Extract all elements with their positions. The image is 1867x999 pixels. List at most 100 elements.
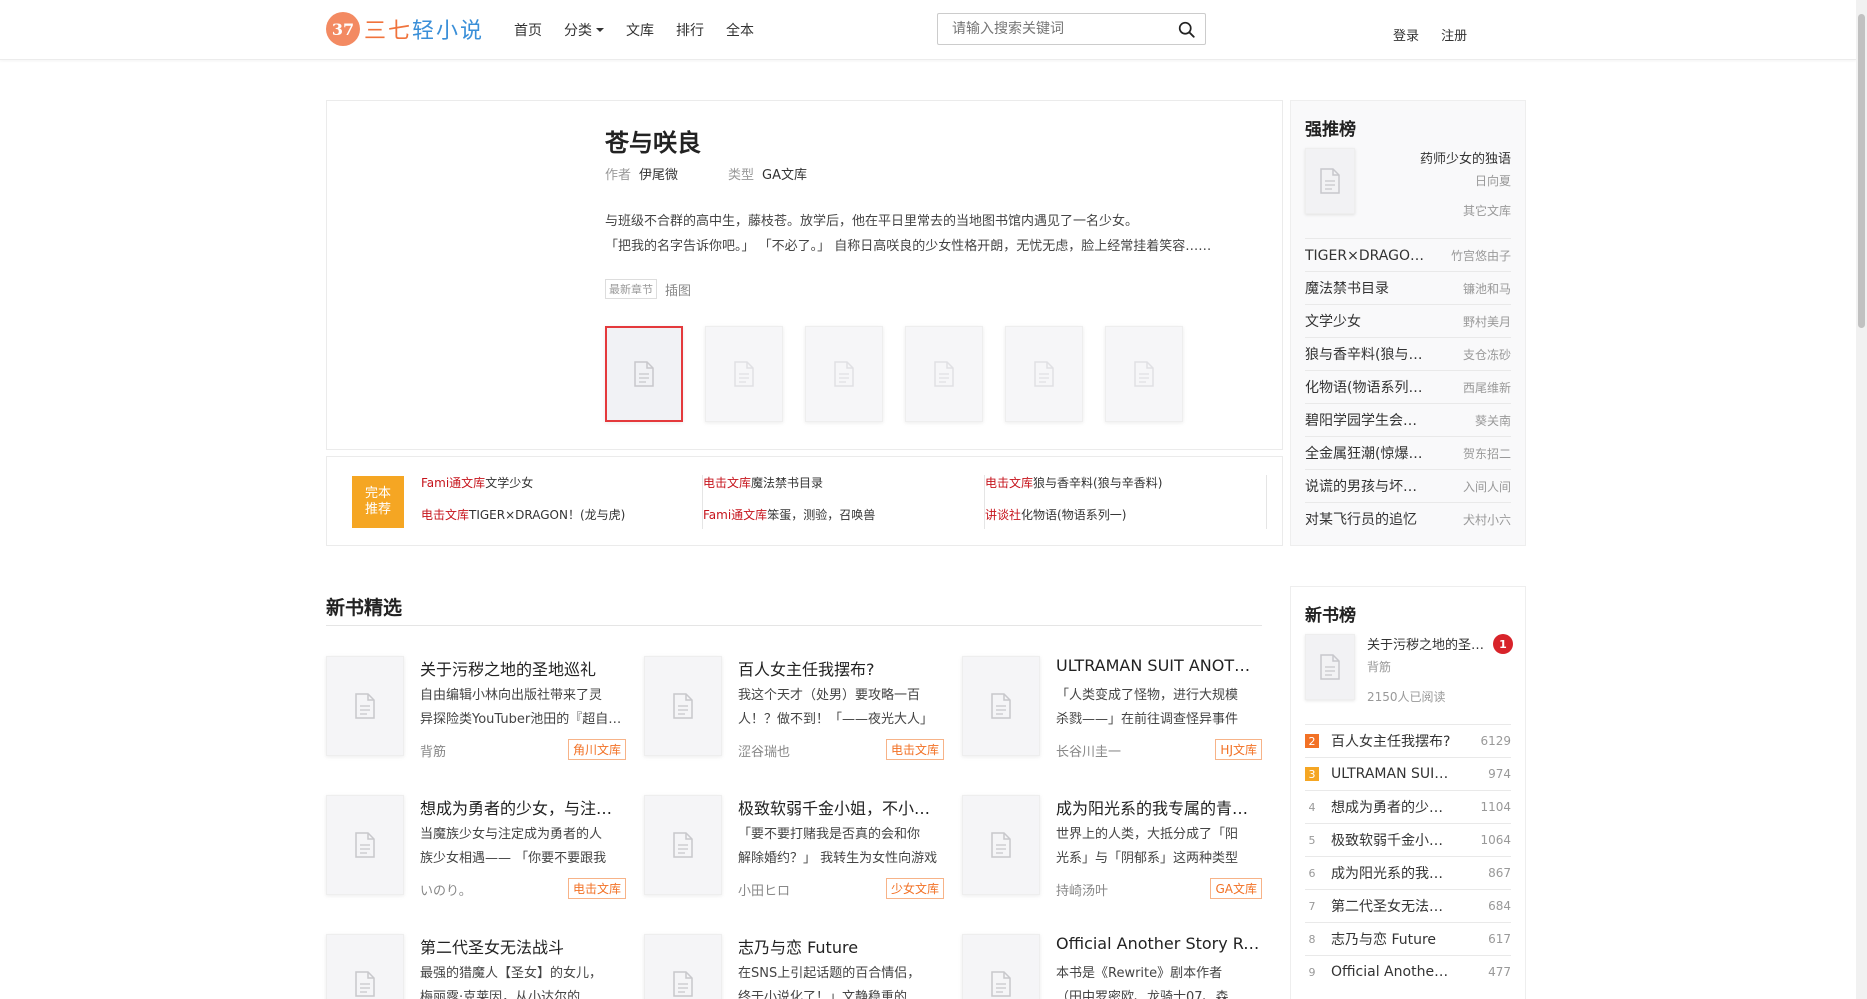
recommend-publisher: 电击文库	[703, 476, 752, 490]
rank-book-name: 化物语(物语系列一)	[1305, 380, 1425, 396]
description-line: 「要不要打赌我是否真的会和你	[738, 827, 921, 842]
cover-thumbnail[interactable]	[905, 326, 983, 422]
register-link[interactable]: 注册	[1441, 29, 1467, 44]
rank-item[interactable]: 9 Official Another Story Rewrite 477	[1305, 955, 1511, 988]
cover-thumbnail[interactable]	[1005, 326, 1083, 422]
rank-item[interactable]: 说谎的男孩与坏掉的女孩 入间人间	[1305, 469, 1511, 502]
recommend-publisher: Fami通文库	[703, 508, 768, 522]
book-card[interactable]: 成为阳光系的我专属的青梅竹马 世界上的人类，大抵分成了「阳 光系」与「阴郁系」这两…	[962, 795, 1262, 905]
section-divider	[326, 625, 1262, 626]
book-meta: 作者 伊尾微 类型 GA文库	[605, 164, 857, 183]
rank-item[interactable]: 3 ULTRAMAN SUIT ANOTHER UNIVERSE 974	[1305, 757, 1511, 790]
book-card[interactable]: Official Another Story Rewrite 本书是《Rewri…	[962, 934, 1262, 999]
description-line: （田中罗密欧、龙骑士07、森	[1056, 990, 1229, 999]
recommend-title: 化物语(物语系列一)	[1021, 508, 1127, 522]
description-line: 解除婚约？」 我转生为女性向游戏	[738, 851, 938, 866]
recommend-publisher: Fami通文库	[421, 476, 486, 490]
recommend-item[interactable]: 电击文库TIGER×DRAGON！(龙与虎)	[421, 507, 702, 523]
book-card[interactable]: 关于污秽之地的圣地巡礼 自由编辑小林向出版社带来了灵 异探险类YouTuber池田…	[326, 656, 626, 766]
rank-count: 974	[1488, 767, 1511, 781]
book-card-description: 「要不要打赌我是否真的会和你解除婚约？」 我转生为女性向游戏	[738, 823, 944, 871]
rank-item[interactable]: 全金属狂潮(惊爆危机) 贺东招二	[1305, 436, 1511, 469]
badge-line-2: 推荐	[364, 502, 391, 517]
book-card-title: 成为阳光系的我专属的青梅竹马	[1056, 799, 1262, 818]
rank-book-name: 文学少女	[1305, 314, 1361, 330]
rank-item[interactable]: 文学少女 野村美月	[1305, 304, 1511, 337]
description-line: 最强的猎魔人【圣女】的女儿，	[420, 966, 603, 981]
book-title[interactable]: 苍与咲良	[605, 123, 701, 158]
strong-rank-top-book[interactable]: 药师少女的独语 日向夏 其它文库	[1305, 148, 1511, 238]
rank-item[interactable]: 化物语(物语系列一) 西尾维新	[1305, 370, 1511, 403]
rank-item[interactable]: 8 志乃与恋 Future 617	[1305, 922, 1511, 955]
rank-item[interactable]: TIGER×DRAGON！(龙与虎) 竹宫悠由子	[1305, 238, 1511, 271]
nav-ranking[interactable]: 排行	[676, 20, 704, 40]
search-input[interactable]	[938, 14, 1158, 44]
document-icon	[355, 693, 375, 719]
strong-recommend-ranking: 强推榜 药师少女的独语 日向夏 其它文库 TIGER×DRAGON！(龙与虎) 竹…	[1290, 100, 1526, 546]
rank-item[interactable]: 4 想成为勇者的少女，与注定成为勇者的人 1104	[1305, 790, 1511, 823]
description-line: 族少女相遇—— 「你要不要跟我	[420, 851, 607, 866]
book-card[interactable]: 极致软弱千金小姐，不小心被退婚 「要不要打赌我是否真的会和你解除婚约？」 我转生…	[644, 795, 944, 905]
type-value[interactable]: GA文库	[762, 164, 807, 183]
publisher-tag: 电击文库	[885, 739, 944, 760]
cover-thumbnail[interactable]	[805, 326, 883, 422]
nav-category[interactable]: 分类	[564, 20, 604, 40]
document-icon	[991, 832, 1011, 858]
rank-book-author: 葵关南	[1474, 413, 1511, 428]
recommend-item[interactable]: Fami通文库笨蛋，测验，召唤兽	[703, 507, 984, 523]
recommend-item[interactable]: 电击文库狼与香辛料(狼与辛香料)	[985, 475, 1266, 491]
recommend-item[interactable]: 电击文库魔法禁书目录	[703, 475, 984, 491]
document-icon	[355, 832, 375, 858]
rank-count: 6129	[1480, 734, 1511, 748]
rank-number: 9	[1308, 965, 1316, 979]
book-card[interactable]: 百人女主任我摆布? 我这个天才（处男）要攻略一百 人！？做不到！「——夜光大人」 …	[644, 656, 944, 766]
document-icon	[934, 361, 954, 387]
scrollbar-thumb[interactable]	[1858, 14, 1865, 328]
recommend-item[interactable]: Fami通文库文学少女	[421, 475, 702, 491]
book-cover	[326, 934, 404, 999]
search-icon[interactable]	[1178, 21, 1195, 38]
rank-item[interactable]: 2 百人女主任我摆布? 6129	[1305, 724, 1511, 757]
latest-chapter-link[interactable]: 插图	[665, 280, 691, 299]
rank-item[interactable]: 狼与香辛料(狼与辛香料) 支仓冻砂	[1305, 337, 1511, 370]
book-card-author: 长谷川圭一	[1056, 745, 1122, 760]
rank-item[interactable]: 魔法禁书目录 镰池和马	[1305, 271, 1511, 304]
rank-number: 2	[1305, 734, 1319, 748]
description-line: 在SNS上引起话题的百合情侣，	[738, 966, 921, 981]
cover-thumbnail[interactable]	[1105, 326, 1183, 422]
site-logo[interactable]: 37 三七轻小说	[326, 12, 484, 46]
strong-rank-list: TIGER×DRAGON！(龙与虎) 竹宫悠由子 魔法禁书目录 镰池和马 文学少女 野…	[1305, 238, 1511, 535]
rank-item[interactable]: 碧阳学园学生会议事录 葵关南	[1305, 403, 1511, 436]
document-icon	[355, 971, 375, 997]
rank-book-author: 镰池和马	[1462, 281, 1511, 296]
book-card[interactable]: 想成为勇者的少女，与注定成为勇者的人 当魔族少女与注定成为勇者的人族少女相遇——…	[326, 795, 626, 905]
recommend-item[interactable]: 讲谈社化物语(物语系列一)	[985, 507, 1266, 523]
main-nav: 首页 分类 文库 排行 全本	[514, 20, 776, 40]
login-link[interactable]: 登录	[1393, 29, 1419, 44]
nav-complete[interactable]: 全本	[726, 20, 754, 40]
top-book-name: 关于污秽之地的圣地巡礼	[1367, 638, 1492, 653]
rank-item[interactable]: 6 成为阳光系的我专属的青梅竹马 867	[1305, 856, 1511, 889]
recommend-column: 电击文库魔法禁书目录 Fami通文库笨蛋，测验，召唤兽	[703, 475, 985, 529]
nav-home[interactable]: 首页	[514, 20, 542, 40]
book-card[interactable]: ULTRAMAN SUIT ANOTHER UNIVERSE 「人类变成了怪物，…	[962, 656, 1262, 766]
cover-thumbnail[interactable]	[705, 326, 783, 422]
rank-book-name: ULTRAMAN SUIT ANOTHER UNIVERSE	[1331, 766, 1451, 782]
top-book-author: 背筋	[1367, 660, 1392, 674]
cover-thumbnail[interactable]	[605, 326, 683, 422]
strong-rank-title: 强推榜	[1305, 120, 1356, 140]
book-card[interactable]: 第二代圣女无法战斗 最强的猎魔人【圣女】的女儿， 梅丽露·克莱因，从小达尔的	[326, 934, 626, 999]
rank-item[interactable]: 5 极致软弱千金小姐，不小心被退婚 1064	[1305, 823, 1511, 856]
rank-item[interactable]: 7 第二代圣女无法战斗 684	[1305, 889, 1511, 922]
vertical-scrollbar[interactable]	[1856, 0, 1867, 999]
nav-library[interactable]: 文库	[626, 20, 654, 40]
document-icon	[991, 971, 1011, 997]
rank-number: 7	[1308, 899, 1316, 913]
author-name[interactable]: 伊尾微	[639, 164, 678, 183]
book-detail-panel: 苍与咲良 作者 伊尾微 类型 GA文库 与班级不合群的高中生，藤枝苍。放学后，他…	[326, 100, 1283, 450]
rank-item[interactable]: 对某飞行员的追忆 犬村小六	[1305, 502, 1511, 535]
type-label: 类型	[728, 168, 755, 183]
new-rank-top-book[interactable]: 关于污秽之地的圣地巡礼 1 背筋 2150人已阅读	[1305, 634, 1513, 724]
book-card-description: 自由编辑小林向出版社带来了灵异探险类YouTuber池田的『超自然』企划	[420, 684, 626, 732]
book-card[interactable]: 志乃与恋 Future 在SNS上引起话题的百合情侣， 终于小说化了！」文静稳重的	[644, 934, 944, 999]
